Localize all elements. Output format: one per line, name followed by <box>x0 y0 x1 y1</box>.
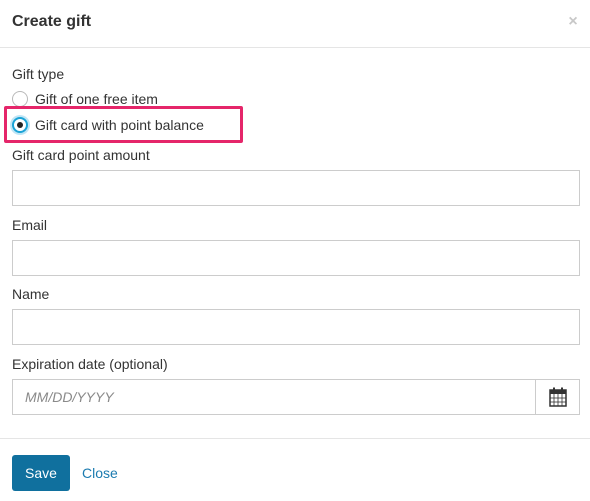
calendar-button[interactable] <box>535 379 580 415</box>
create-gift-dialog: Create gift × Gift type Gift of one free… <box>0 0 590 501</box>
gift-type-label: Gift type <box>12 66 65 82</box>
close-icon[interactable]: × <box>566 14 580 30</box>
email-label: Email <box>12 217 48 233</box>
name-input[interactable] <box>12 309 580 345</box>
footer-divider <box>0 438 590 439</box>
radio-label-free-item: Gift of one free item <box>35 91 158 107</box>
close-link[interactable]: Close <box>82 465 118 481</box>
name-label: Name <box>12 286 50 302</box>
dialog-title: Create gift <box>12 13 92 30</box>
radio-label-point-balance: Gift card with point balance <box>35 117 204 133</box>
radio-button-checked[interactable] <box>12 117 28 133</box>
email-input[interactable] <box>12 240 580 276</box>
points-label: Gift card point amount <box>12 147 150 163</box>
dialog-header: Create gift × <box>0 0 590 48</box>
points-input[interactable] <box>12 170 580 206</box>
expiration-label: Expiration date (optional) <box>12 356 168 372</box>
calendar-icon <box>548 387 567 407</box>
radio-gift-card-point-balance[interactable]: Gift card with point balance <box>12 115 204 135</box>
save-button[interactable]: Save <box>12 455 70 491</box>
expiration-date-input[interactable] <box>12 379 536 415</box>
radio-button-unchecked[interactable] <box>12 91 28 107</box>
